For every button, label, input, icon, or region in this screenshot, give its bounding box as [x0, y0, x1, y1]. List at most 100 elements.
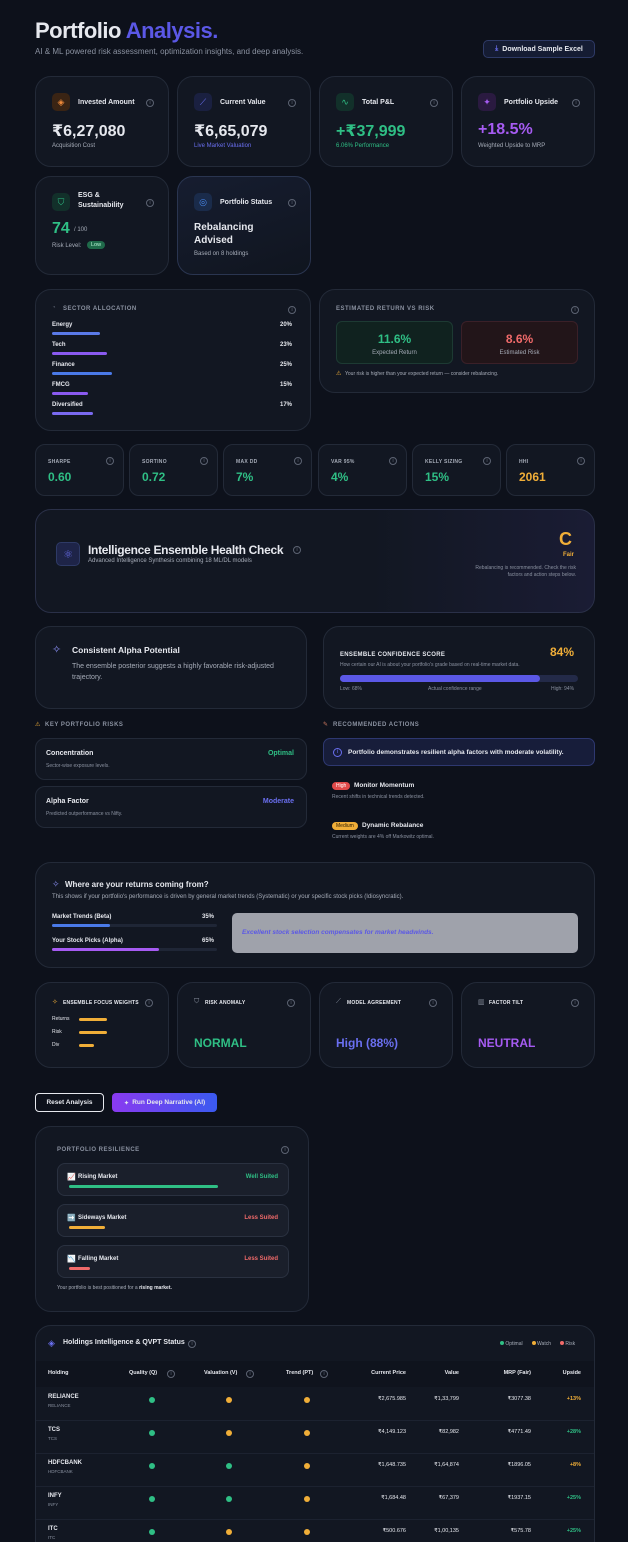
- holding-symbol: INFY: [48, 1493, 62, 1499]
- run-narrative-label: Run Deep Narrative (AI): [132, 1099, 206, 1106]
- holdings-title: Holdings Intelligence & QVPT Status: [63, 1339, 185, 1346]
- holding-subtitle: TCS: [48, 1436, 57, 1441]
- risk-item-alpha-factor[interactable]: Alpha Factor Predicted outperformance vs …: [35, 786, 307, 828]
- legend-risk: Risk: [560, 1341, 575, 1347]
- table-row[interactable]: [36, 1388, 594, 1421]
- info-icon[interactable]: i: [572, 99, 580, 107]
- info-icon[interactable]: i: [145, 999, 153, 1007]
- section-title: ESTIMATED RETURN VS RISK: [336, 306, 435, 312]
- section-title: SECTOR ALLOCATION: [63, 306, 137, 312]
- resilience-item-sideways-market: ➡️ Sideways Market Less Suited: [57, 1204, 289, 1237]
- column-header[interactable]: Value: [431, 1370, 459, 1376]
- column-header[interactable]: MRP (Fair): [486, 1370, 531, 1376]
- brain-icon: ⚛: [56, 542, 80, 566]
- info-icon[interactable]: i: [294, 457, 302, 465]
- page-subtitle: AI & ML powered risk assessment, optimiz…: [35, 47, 304, 56]
- legend-label: Optimal: [505, 1341, 523, 1347]
- layers-icon: ◈: [52, 93, 70, 111]
- scenario-status: Less Suited: [244, 1215, 278, 1221]
- sector-pct: 25%: [280, 362, 293, 368]
- confidence-track: [340, 675, 578, 682]
- info-icon[interactable]: i: [281, 1146, 289, 1154]
- returns-desc: This shows if your portfolio's performan…: [52, 894, 404, 900]
- health-grade-label: Fair: [563, 552, 575, 558]
- info-icon[interactable]: i: [288, 199, 296, 207]
- info-icon[interactable]: i: [146, 199, 154, 207]
- alpha-fill: [52, 948, 160, 951]
- status-dot-valuation: [226, 1496, 232, 1502]
- table-row[interactable]: [36, 1421, 594, 1454]
- risk-level-label: Risk Level:: [52, 243, 82, 249]
- info-icon[interactable]: i: [483, 457, 491, 465]
- kpi-unit: / 100: [74, 227, 88, 233]
- chart-icon: ▥: [478, 999, 485, 1006]
- column-header[interactable]: Upside: [546, 1370, 581, 1376]
- kpi-value: Rebalancing Advised: [194, 222, 254, 246]
- info-icon[interactable]: i: [287, 999, 295, 1007]
- anomaly-title: RISK ANOMALY: [205, 1000, 246, 1006]
- agreement-value: High (88%): [336, 1036, 399, 1050]
- tilt-value: NEUTRAL: [478, 1036, 536, 1050]
- shield-icon: ⛉: [52, 193, 70, 211]
- info-icon[interactable]: i: [146, 99, 154, 107]
- info-icon[interactable]: i: [288, 99, 296, 107]
- holding-value: ₹67,379: [438, 1495, 459, 1501]
- holding-subtitle: RELIANCE: [48, 1403, 71, 1408]
- scenario-bar: [69, 1185, 218, 1188]
- kpi-value: +₹37,999: [336, 123, 406, 140]
- info-icon[interactable]: i: [429, 999, 437, 1007]
- kpi-value: 74: [52, 220, 70, 237]
- upside: +28%: [566, 1429, 581, 1435]
- action-desc: Current weights are 4% off Markowitz opt…: [332, 834, 434, 840]
- info-icon[interactable]: i: [430, 99, 438, 107]
- column-header[interactable]: Trend (PT): [286, 1370, 313, 1376]
- action-name[interactable]: Dynamic Rebalance: [362, 822, 423, 829]
- returns-title: Where are your returns coming from?: [65, 880, 209, 889]
- resilience-card: PORTFOLIO RESILIENCE i Your portfolio is…: [35, 1126, 309, 1312]
- metric-label: SORTINO: [142, 459, 167, 465]
- run-narrative-button[interactable]: ✦ Run Deep Narrative (AI): [112, 1093, 217, 1112]
- sector-name: FMCG: [52, 382, 70, 388]
- status-dot-quality: [149, 1529, 155, 1535]
- upside: +25%: [566, 1495, 581, 1501]
- returns-card: ✧ Where are your returns coming from? Th…: [35, 862, 595, 968]
- current-price: ₹2,675.985: [378, 1396, 406, 1402]
- reset-analysis-button[interactable]: Reset Analysis: [35, 1093, 104, 1112]
- info-icon[interactable]: i: [571, 999, 579, 1007]
- info-icon[interactable]: i: [389, 457, 397, 465]
- kpi-value: ₹6,27,080: [52, 123, 126, 140]
- metric-card-sharpe: SHARPE i 0.60: [35, 444, 124, 496]
- kpi-sub: Acquisition Cost: [52, 143, 96, 149]
- alpha-track: [52, 948, 217, 951]
- metric-value: 0.60: [48, 470, 72, 484]
- info-icon[interactable]: i: [246, 1370, 254, 1378]
- kpi-upside: ✦ Portfolio Upside i +18.5% Weighted Ups…: [461, 76, 595, 167]
- info-icon[interactable]: i: [293, 546, 301, 554]
- info-icon[interactable]: i: [200, 457, 208, 465]
- info-icon[interactable]: i: [320, 1370, 328, 1378]
- column-header[interactable]: Holding: [48, 1370, 68, 1376]
- info-icon[interactable]: i: [167, 1370, 175, 1378]
- info-icon[interactable]: i: [188, 1340, 196, 1348]
- sparkles-icon: ✧: [52, 644, 62, 656]
- info-icon[interactable]: i: [106, 457, 114, 465]
- info-icon[interactable]: i: [571, 306, 579, 314]
- holdings-legend: Optimal Watch Risk: [500, 1341, 575, 1347]
- action-name[interactable]: Monitor Momentum: [354, 782, 414, 789]
- risk-item-concentration[interactable]: Concentration Sector-wise exposure levels…: [35, 738, 307, 780]
- risk-desc: Predicted outperformance vs Nifty.: [46, 811, 123, 817]
- info-icon[interactable]: i: [288, 306, 296, 314]
- mrp-fair: ₹4771.49: [507, 1429, 531, 1435]
- column-header[interactable]: Current Price: [366, 1370, 406, 1376]
- expected-return-value: 11.6%: [377, 332, 412, 346]
- info-icon[interactable]: i: [577, 457, 585, 465]
- download-button[interactable]: ⤓ Download Sample Excel: [483, 40, 595, 58]
- current-price: ₹1,684.48: [381, 1495, 406, 1501]
- table-row[interactable]: [36, 1454, 594, 1487]
- column-header[interactable]: Quality (Q): [129, 1370, 157, 1376]
- risk-status: Optimal: [267, 750, 294, 757]
- anomaly-value: NORMAL: [194, 1036, 247, 1050]
- metric-value: 15%: [425, 470, 450, 484]
- column-header[interactable]: Valuation (V): [204, 1370, 237, 1376]
- table-row[interactable]: [36, 1487, 594, 1520]
